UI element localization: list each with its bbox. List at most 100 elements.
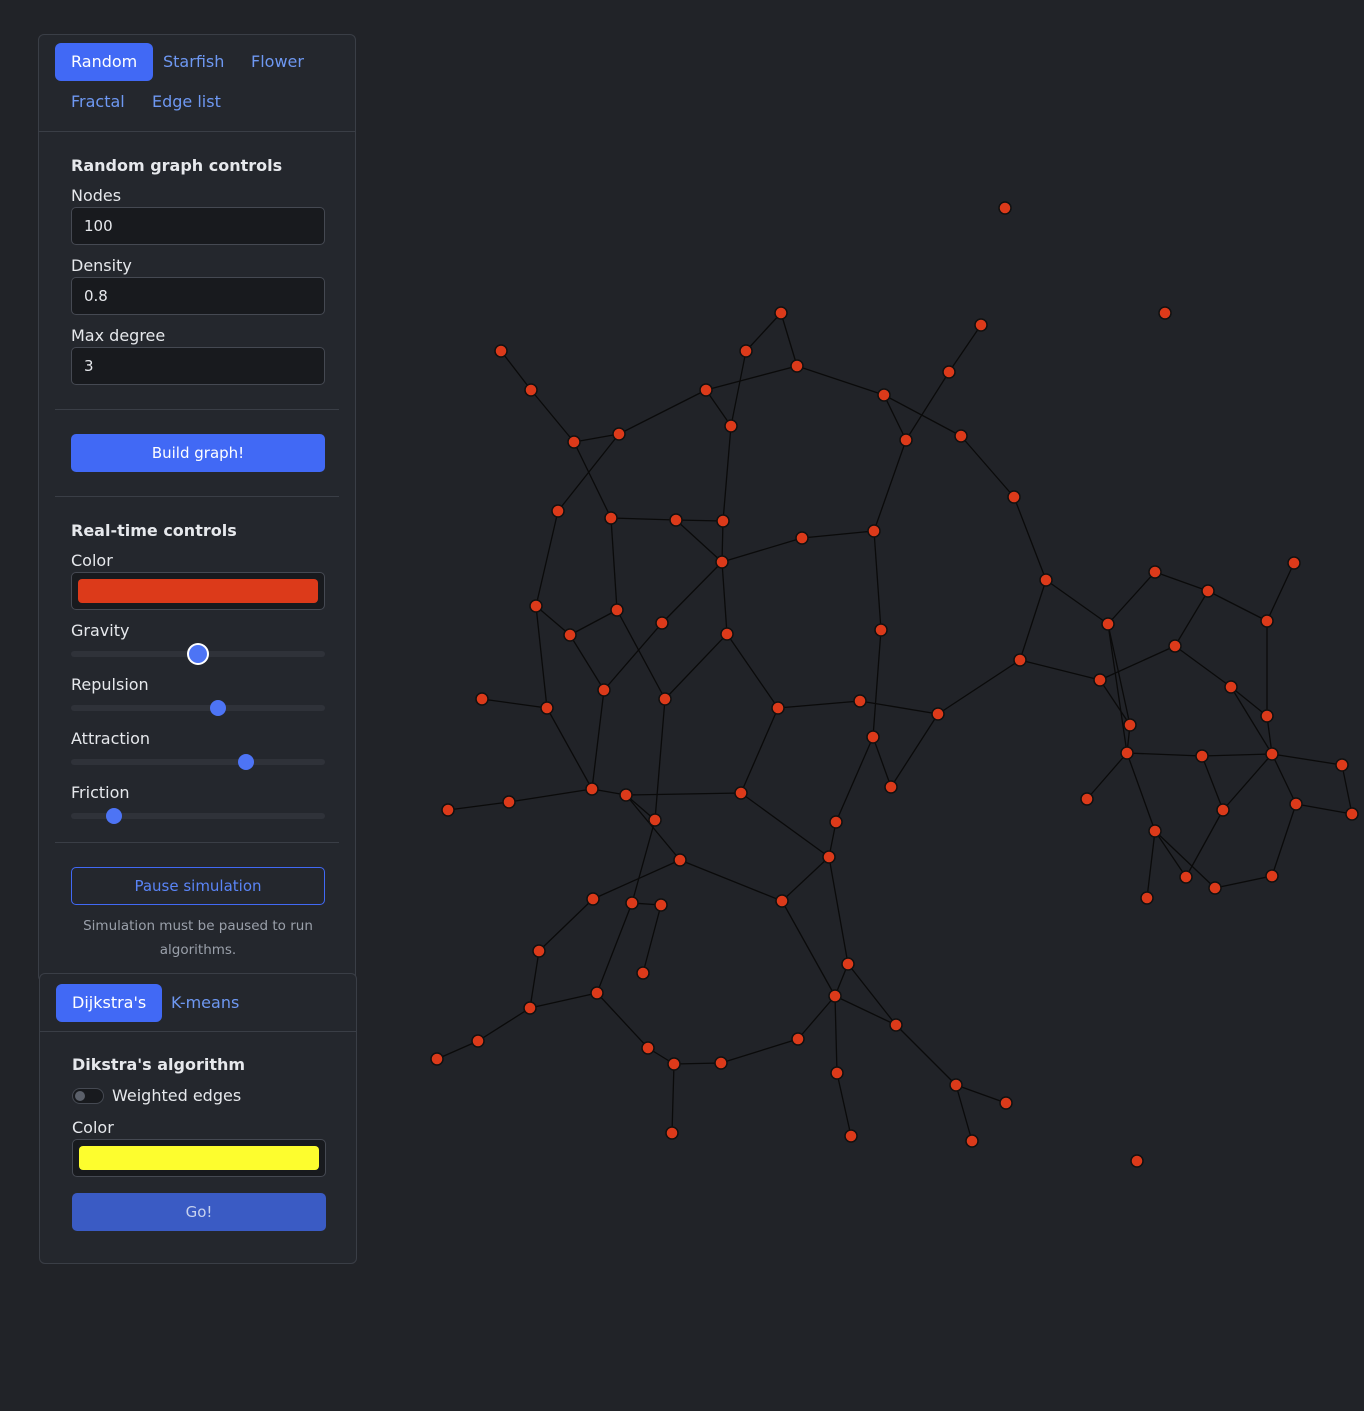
graph-node[interactable] [1265, 747, 1279, 761]
graph-node[interactable] [998, 201, 1012, 215]
graph-node[interactable] [669, 513, 683, 527]
graph-node[interactable] [1013, 653, 1027, 667]
attraction-slider[interactable] [71, 754, 325, 770]
graph-node[interactable] [884, 780, 898, 794]
graph-node[interactable] [734, 786, 748, 800]
graph-node[interactable] [771, 701, 785, 715]
graph-node[interactable] [540, 701, 554, 715]
graph-node[interactable] [604, 511, 618, 525]
graph-node[interactable] [899, 433, 913, 447]
build-graph-button[interactable]: Build graph! [71, 434, 325, 472]
graph-node[interactable] [931, 707, 945, 721]
graph-node[interactable] [774, 306, 788, 320]
graph-node[interactable] [471, 1034, 485, 1048]
graph-node[interactable] [844, 1129, 858, 1143]
graph-node[interactable] [430, 1052, 444, 1066]
graph-node[interactable] [942, 365, 956, 379]
density-input[interactable] [71, 277, 325, 315]
graph-node[interactable] [720, 627, 734, 641]
graph-node[interactable] [841, 957, 855, 971]
graph-node[interactable] [667, 1057, 681, 1071]
graph-node[interactable] [1101, 617, 1115, 631]
graph-node[interactable] [1289, 797, 1303, 811]
graph-node[interactable] [641, 1041, 655, 1055]
slider-thumb[interactable] [106, 808, 123, 824]
graph-node[interactable] [853, 694, 867, 708]
graph-node[interactable] [1123, 718, 1137, 732]
graph-node[interactable] [1195, 749, 1209, 763]
graph-node[interactable] [1148, 565, 1162, 579]
graph-node[interactable] [654, 898, 668, 912]
graph-node[interactable] [529, 599, 543, 613]
graph-node[interactable] [790, 359, 804, 373]
graph-node[interactable] [524, 383, 538, 397]
graph-node[interactable] [829, 815, 843, 829]
graph-node[interactable] [532, 944, 546, 958]
slider-thumb[interactable] [189, 645, 207, 663]
weighted-edges-toggle[interactable] [72, 1088, 104, 1104]
tab-dijkstra[interactable]: Dijkstra's [56, 984, 163, 1022]
graph-node[interactable] [658, 692, 672, 706]
graph-node[interactable] [665, 1126, 679, 1140]
graph-node[interactable] [585, 782, 599, 796]
go-button[interactable]: Go! [72, 1193, 326, 1231]
graph-node[interactable] [567, 435, 581, 449]
max-degree-input[interactable] [71, 347, 325, 385]
tab-random[interactable]: Random [55, 43, 154, 81]
graph-node[interactable] [586, 892, 600, 906]
graph-node[interactable] [889, 1018, 903, 1032]
graph-node[interactable] [1130, 1154, 1144, 1168]
slider-thumb[interactable] [238, 754, 255, 770]
graph-node[interactable] [699, 383, 713, 397]
gravity-slider[interactable] [71, 645, 325, 663]
graph-node[interactable] [1335, 758, 1349, 772]
graph-node[interactable] [874, 623, 888, 637]
graph-node[interactable] [1260, 614, 1274, 628]
slider-thumb[interactable] [210, 700, 227, 716]
graph-node[interactable] [877, 388, 891, 402]
graph-node[interactable] [1216, 803, 1230, 817]
graph-node[interactable] [714, 1056, 728, 1070]
graph-node[interactable] [1039, 573, 1053, 587]
graph-node[interactable] [999, 1096, 1013, 1110]
graph-node[interactable] [1158, 306, 1172, 320]
graph-node[interactable] [612, 427, 626, 441]
graph-node[interactable] [954, 429, 968, 443]
graph-node[interactable] [1287, 556, 1301, 570]
graph-node[interactable] [563, 628, 577, 642]
graph-node[interactable] [965, 1134, 979, 1148]
graph-node[interactable] [828, 989, 842, 1003]
tab-flower[interactable]: Flower [235, 43, 320, 81]
nodes-input[interactable] [71, 207, 325, 245]
graph-node[interactable] [791, 1032, 805, 1046]
graph-node[interactable] [775, 894, 789, 908]
repulsion-slider[interactable] [71, 700, 325, 716]
graph-node[interactable] [1345, 807, 1359, 821]
graph-node[interactable] [1224, 680, 1238, 694]
tab-fractal[interactable]: Fractal [55, 83, 141, 121]
graph-node[interactable] [1140, 891, 1154, 905]
graph-node[interactable] [1179, 870, 1193, 884]
graph-node[interactable] [739, 344, 753, 358]
graph-node[interactable] [502, 795, 516, 809]
graph-node[interactable] [648, 813, 662, 827]
graph-node[interactable] [715, 555, 729, 569]
graph-node[interactable] [1208, 881, 1222, 895]
graph-node[interactable] [655, 616, 669, 630]
graph-node[interactable] [475, 692, 489, 706]
graph-node[interactable] [619, 788, 633, 802]
path-color-picker[interactable] [72, 1139, 326, 1177]
graph-node[interactable] [949, 1078, 963, 1092]
graph-node[interactable] [494, 344, 508, 358]
graph-node[interactable] [597, 683, 611, 697]
graph-node[interactable] [795, 531, 809, 545]
tab-k-means[interactable]: K-means [155, 984, 255, 1022]
graph-node[interactable] [716, 514, 730, 528]
tab-edge-list[interactable]: Edge list [136, 83, 237, 121]
graph-node[interactable] [724, 419, 738, 433]
pause-simulation-button[interactable]: Pause simulation [71, 867, 325, 905]
graph-node[interactable] [1007, 490, 1021, 504]
graph-node[interactable] [867, 524, 881, 538]
graph-node[interactable] [866, 730, 880, 744]
tab-starfish[interactable]: Starfish [147, 43, 240, 81]
